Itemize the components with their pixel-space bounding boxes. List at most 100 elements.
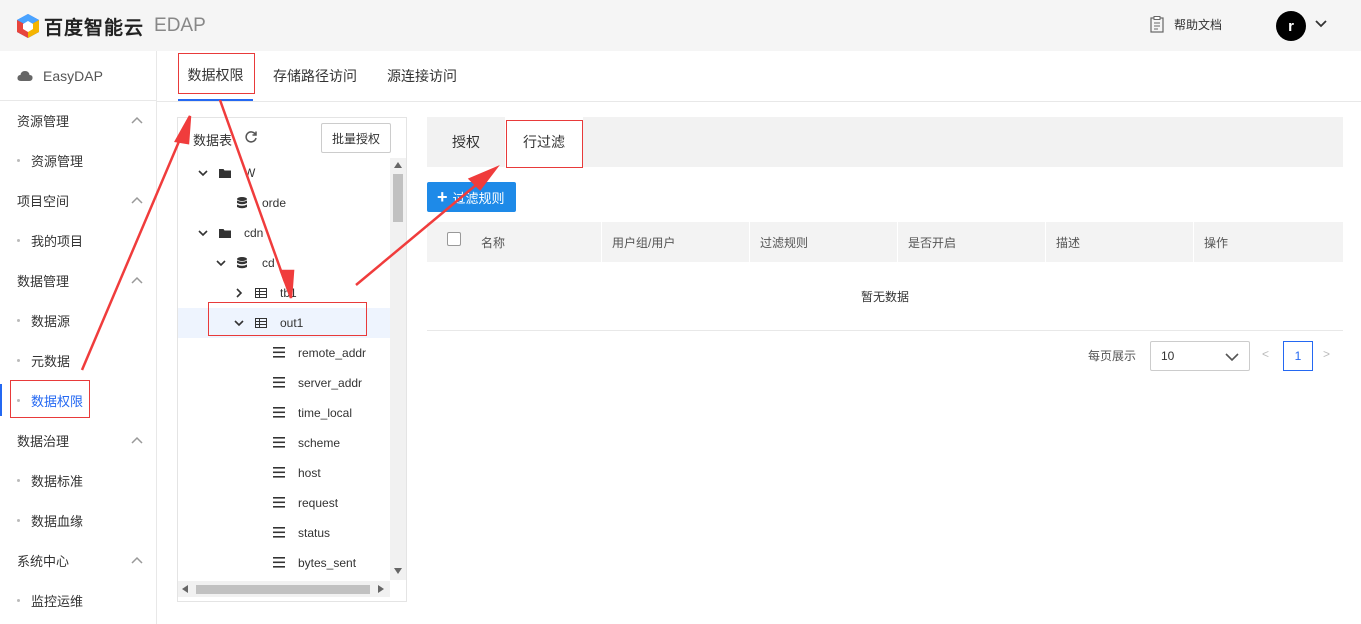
tree-node-label: cdn — [244, 226, 264, 240]
tree-node-label: W — [244, 166, 256, 180]
prev-page-button[interactable]: < — [1262, 347, 1269, 361]
scroll-down-icon[interactable] — [394, 568, 402, 574]
sidebar-group-label: 项目空间 — [17, 193, 70, 209]
chevron-down-icon[interactable] — [197, 227, 209, 239]
tree-node-column[interactable]: request — [178, 488, 390, 518]
sidebar-group-label: 系统中心 — [17, 553, 70, 569]
document-icon — [1150, 16, 1164, 33]
tree-node-column[interactable]: time_local — [178, 398, 390, 428]
tree-node-label: cd — [262, 256, 275, 270]
main-tabs: 数据权限 存储路径访问 源连接访问 — [157, 51, 1361, 102]
column-header-filter-rule: 过滤规则 — [760, 235, 809, 250]
tree-node-column[interactable]: remote_addr — [178, 338, 390, 368]
chevron-down-icon — [1225, 353, 1239, 362]
chevron-down-icon[interactable] — [1314, 17, 1328, 31]
batch-authorize-button[interactable]: 批量授权 — [321, 123, 391, 153]
tree-node-label: server_addr — [298, 376, 363, 390]
add-filter-rule-label: 过滤规则 — [452, 190, 505, 206]
horizontal-scroll-thumb[interactable] — [196, 585, 370, 594]
tab-storage-path-access[interactable]: 存储路径访问 — [273, 51, 357, 101]
tab-data-permission[interactable]: 数据权限 — [178, 51, 253, 101]
sidebar-group-label: 数据治理 — [17, 433, 70, 449]
sub-tabs: 授权 行过滤 — [427, 117, 1343, 167]
tree-node-label: bytes_sent — [298, 556, 357, 570]
add-filter-rule-button[interactable]: + 过滤规则 — [427, 182, 516, 212]
chevron-up-icon — [131, 116, 143, 124]
sidebar-item-metadata[interactable]: 元数据 — [0, 340, 156, 380]
app-name: EasyDAP — [43, 67, 103, 84]
tree-node-label: scheme — [298, 436, 341, 450]
sidebar-item-data-permission[interactable]: 数据权限 — [0, 380, 156, 420]
tree-node-database[interactable]: orde — [178, 188, 390, 218]
horizontal-scrollbar[interactable] — [178, 581, 390, 597]
chevron-down-icon[interactable] — [233, 317, 245, 329]
sidebar-group-data-governance[interactable]: 数据治理 — [0, 420, 156, 460]
column-list-icon — [273, 527, 285, 538]
chevron-down-icon[interactable] — [215, 257, 227, 269]
table-icon — [255, 318, 267, 328]
database-icon — [237, 197, 247, 209]
tree-node-label: orde — [262, 196, 287, 210]
tree-node-table[interactable]: tb1 — [178, 278, 390, 308]
folder-icon — [219, 169, 231, 178]
current-page-button[interactable]: 1 — [1283, 341, 1313, 371]
top-bar: 百度智能云 EDAP 帮助文档 r — [0, 0, 1361, 51]
column-header-user-group: 用户组/用户 — [612, 235, 676, 250]
tree-node-folder[interactable]: cdn — [178, 218, 390, 248]
chevron-down-icon[interactable] — [197, 167, 209, 179]
tab-row-filter[interactable]: 行过滤 — [505, 117, 583, 167]
tree-node-column[interactable]: scheme — [178, 428, 390, 458]
plus-icon: + — [437, 187, 448, 207]
select-all-checkbox[interactable] — [447, 232, 461, 246]
sidebar-group-system-center[interactable]: 系统中心 — [0, 540, 156, 580]
tab-source-connection-access[interactable]: 源连接访问 — [387, 51, 457, 101]
tree-node-label: request — [298, 496, 339, 510]
logo[interactable]: 百度智能云 EDAP — [16, 13, 206, 39]
scroll-up-icon[interactable] — [394, 162, 402, 168]
column-divider — [1045, 222, 1046, 262]
sidebar-group-project[interactable]: 项目空间 — [0, 180, 156, 220]
scroll-left-icon[interactable] — [182, 585, 188, 593]
tree-node-column[interactable]: host — [178, 458, 390, 488]
next-page-button[interactable]: > — [1323, 347, 1330, 361]
cloud-icon — [17, 70, 33, 81]
column-list-icon — [273, 377, 285, 388]
tree-node-column[interactable]: bytes_sent — [178, 548, 390, 578]
help-docs-link[interactable]: 帮助文档 — [1150, 16, 1222, 33]
chevron-up-icon — [131, 436, 143, 444]
sidebar-group-resource[interactable]: 资源管理 — [0, 100, 156, 140]
chevron-right-icon[interactable] — [233, 287, 245, 299]
tab-authorize[interactable]: 授权 — [427, 117, 505, 167]
empty-state: 暂无数据 — [427, 262, 1343, 331]
column-divider — [749, 222, 750, 262]
tree-title: 数据表 — [193, 133, 233, 148]
sidebar-item-data-lineage[interactable]: 数据血缘 — [0, 500, 156, 540]
tree-node-label: host — [298, 466, 321, 480]
sidebar-item-resource-management[interactable]: 资源管理 — [0, 140, 156, 180]
tree-node-column[interactable]: status — [178, 518, 390, 548]
column-header-description: 描述 — [1056, 235, 1081, 250]
tree-node-column[interactable]: server_addr — [178, 368, 390, 398]
sidebar-item-datasource[interactable]: 数据源 — [0, 300, 156, 340]
scroll-right-icon[interactable] — [378, 585, 384, 593]
avatar[interactable]: r — [1276, 11, 1306, 41]
sidebar-group-data-management[interactable]: 数据管理 — [0, 260, 156, 300]
page-size-value: 10 — [1161, 349, 1175, 363]
vertical-scroll-thumb[interactable] — [393, 174, 403, 222]
tree-node-database[interactable]: cd — [178, 248, 390, 278]
vertical-scrollbar[interactable] — [390, 158, 406, 580]
database-icon — [237, 257, 247, 269]
sidebar-item-data-standard[interactable]: 数据标准 — [0, 460, 156, 500]
sidebar-item-monitoring[interactable]: 监控运维 — [0, 580, 156, 620]
tree-node-folder[interactable]: W — [178, 158, 390, 188]
sidebar-item-my-projects[interactable]: 我的项目 — [0, 220, 156, 260]
baidu-cloud-logo-icon — [17, 14, 39, 38]
column-header-name: 名称 — [481, 235, 506, 250]
folder-icon — [219, 229, 231, 238]
tree-node-table[interactable]: out1 — [178, 308, 390, 338]
refresh-icon[interactable] — [244, 130, 258, 144]
sidebar-app-header[interactable]: EasyDAP — [0, 51, 156, 101]
table-header: 名称 用户组/用户 过滤规则 是否开启 描述 操作 — [427, 222, 1343, 262]
page-size-select[interactable]: 10 — [1150, 341, 1250, 371]
tree-node-label: out1 — [280, 316, 304, 330]
